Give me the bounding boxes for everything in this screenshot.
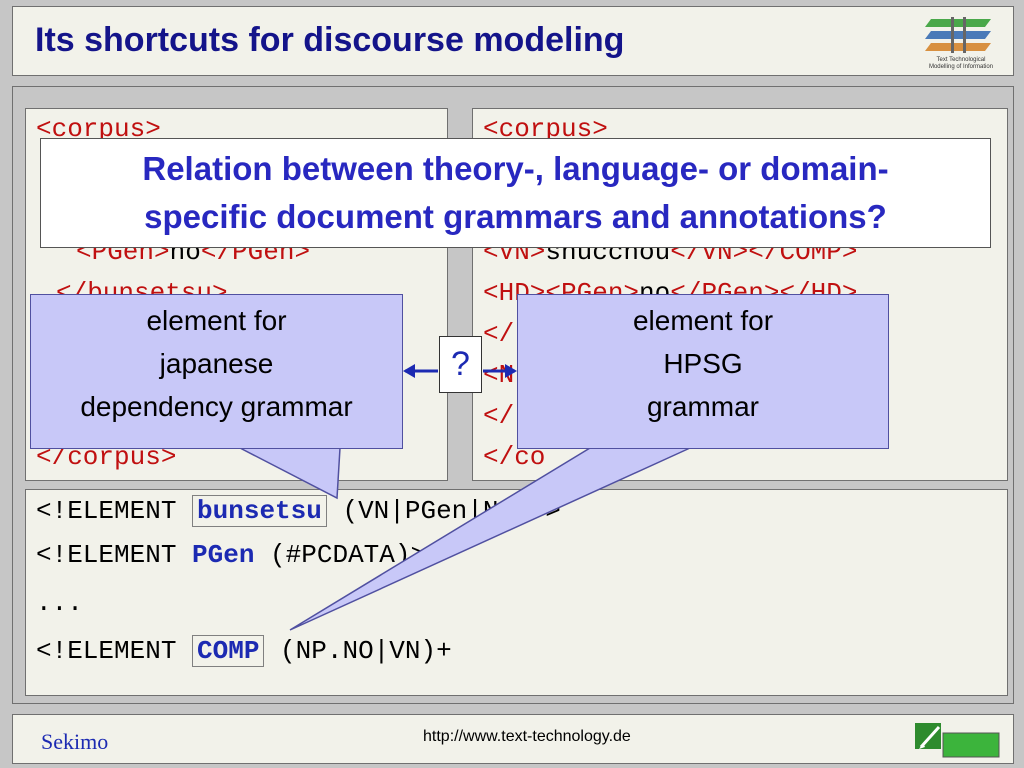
logo-caption-line: Text Technological [936, 57, 986, 63]
dtd-keyword-bunsetsu: bunsetsu [192, 495, 327, 527]
japanese-grammar-callout: element for japanese dependency grammar [30, 294, 403, 449]
code-line: <N [483, 360, 515, 390]
footer-url[interactable]: http://www.text-technology.de [423, 728, 631, 746]
hpsg-grammar-callout: element for HPSG grammar [517, 294, 889, 449]
question-mark-box: ? [439, 336, 482, 393]
callout-line: grammar [646, 391, 759, 422]
question-banner: Relation between theory-, language- or d… [40, 138, 991, 248]
dtd-suffix: (VN|PGen|NF)+> [326, 496, 561, 526]
dtd-keyword-pgen: PGen [192, 540, 255, 570]
code-line: </ [483, 401, 515, 431]
dtd-line: <!ELEMENT bunsetsu (VN|PGen|NF)+> [36, 495, 561, 527]
dtd-prefix: <!ELEMENT [36, 496, 193, 526]
dtd-keyword-comp: COMP [192, 635, 265, 667]
dtd-line: ... [36, 588, 83, 618]
callout-line: japanese [159, 348, 274, 379]
callout-line: element for [146, 305, 287, 336]
dtd-panel: <!ELEMENT bunsetsu (VN|PGen|NF)+> <!ELEM… [25, 489, 1008, 696]
text-technology-logo: Text Technological Modelling of Informat… [921, 13, 1001, 73]
dtd-suffix: (NP.NO|VN)+ [264, 636, 452, 666]
title-bar: Its shortcuts for discourse modeling Tex… [12, 6, 1014, 76]
code-line: </ [483, 319, 515, 349]
pen-logo-icon [915, 723, 1000, 758]
footer-bar: Sekimo http://www.text-technology.de [12, 714, 1014, 764]
logo-caption-line: Modelling of Information [928, 64, 994, 70]
callout-line: HPSG [663, 348, 743, 379]
dtd-prefix: <!ELEMENT [36, 636, 193, 666]
footer-project-name: Sekimo [41, 729, 109, 754]
layers-logo-icon [925, 17, 991, 53]
question-line: Relation between theory-, language- or d… [142, 150, 889, 187]
dtd-line: <!ELEMENT COMP (NP.NO|VN)+ [36, 635, 452, 667]
dtd-suffix: (#PCDATA)> [254, 540, 427, 570]
callout-line: element for [632, 305, 774, 336]
callout-line: dependency grammar [80, 391, 353, 422]
question-line: specific document grammars and annotatio… [144, 198, 887, 235]
dtd-prefix: <!ELEMENT [36, 540, 193, 570]
slide-title: Its shortcuts for discourse modeling [35, 21, 625, 59]
logo-caption: Text Technological Modelling of Informat… [921, 57, 1001, 71]
dtd-line: <!ELEMENT PGen (#PCDATA)> [36, 540, 426, 570]
footer-logo [913, 717, 1001, 761]
